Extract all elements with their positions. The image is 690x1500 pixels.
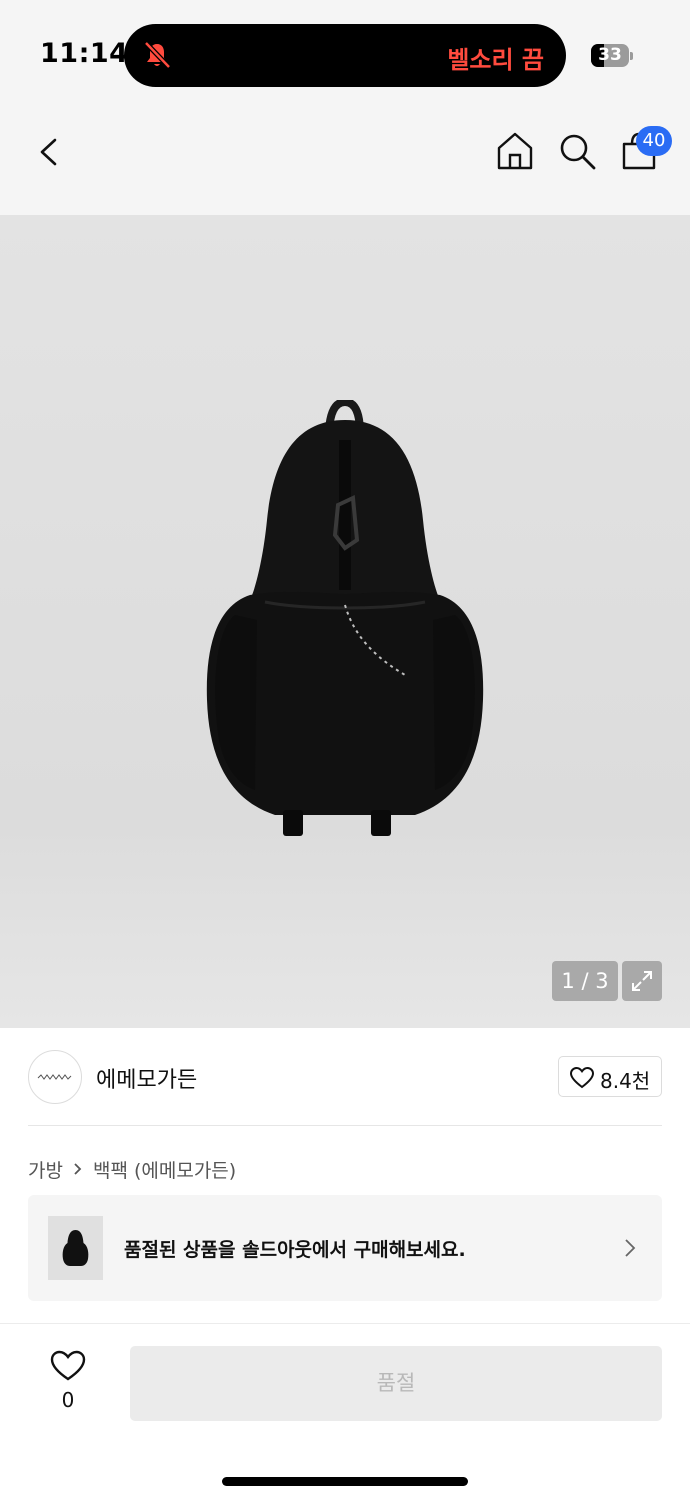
top-nav-bar [0, 110, 690, 215]
heart-icon [570, 1067, 594, 1089]
backpack-thumbnail-image [62, 1230, 89, 1266]
image-counter: 1 / 3 [552, 961, 618, 1001]
search-icon[interactable] [556, 130, 598, 172]
chevron-right-icon [625, 1239, 636, 1257]
product-like-button[interactable]: 0 [46, 1348, 90, 1414]
home-icon[interactable] [494, 130, 536, 172]
product-like-count: 0 [61, 1388, 75, 1412]
breadcrumb: 가방 백팩 (에메모가든) [28, 1155, 236, 1183]
product-photo-backpack [206, 400, 484, 836]
brand-like-count: 8.4천 [600, 1069, 651, 1093]
breadcrumb-item-category[interactable]: 가방 [28, 1156, 63, 1183]
soldout-banner-text: 품절된 상품을 솔드아웃에서 구매해보세요. [124, 1239, 466, 1261]
home-indicator[interactable] [222, 1477, 468, 1486]
soldout-buy-button[interactable]: 품절 [130, 1346, 662, 1421]
battery-level: 33 [598, 45, 622, 65]
back-icon[interactable] [30, 132, 70, 172]
bottom-bar-divider [0, 1323, 690, 1324]
product-image-gallery[interactable]: 1 / 3 [0, 215, 690, 1028]
brand-like-button[interactable]: 8.4천 [558, 1056, 662, 1097]
heart-icon [50, 1350, 86, 1381]
dynamic-island: 벨소리 끔 [124, 24, 566, 87]
silent-mode-label: 벨소리 끔 [447, 46, 544, 74]
divider [28, 1125, 662, 1126]
cart-count-badge: 40 [636, 126, 672, 156]
brand-row: 에메모가든 8.4천 [0, 1028, 690, 1126]
brand-name[interactable]: 에메모가든 [96, 1062, 197, 1094]
bell-slash-icon [144, 41, 171, 69]
expand-image-button[interactable] [622, 961, 662, 1001]
soldout-banner[interactable]: 품절된 상품을 솔드아웃에서 구매해보세요. [28, 1195, 662, 1301]
chevron-right-icon [66, 1159, 90, 1179]
soldout-thumbnail [48, 1216, 103, 1280]
brand-wave-icon [37, 1074, 72, 1080]
brand-logo[interactable] [28, 1050, 82, 1104]
status-time: 11:14 [40, 38, 129, 69]
breadcrumb-item-subcategory[interactable]: 백팩 (에메모가든) [93, 1156, 236, 1183]
status-bar: 11:14 벨소리 끔 33 [0, 0, 690, 110]
battery-indicator: 33 [591, 44, 633, 67]
expand-icon [632, 971, 652, 991]
